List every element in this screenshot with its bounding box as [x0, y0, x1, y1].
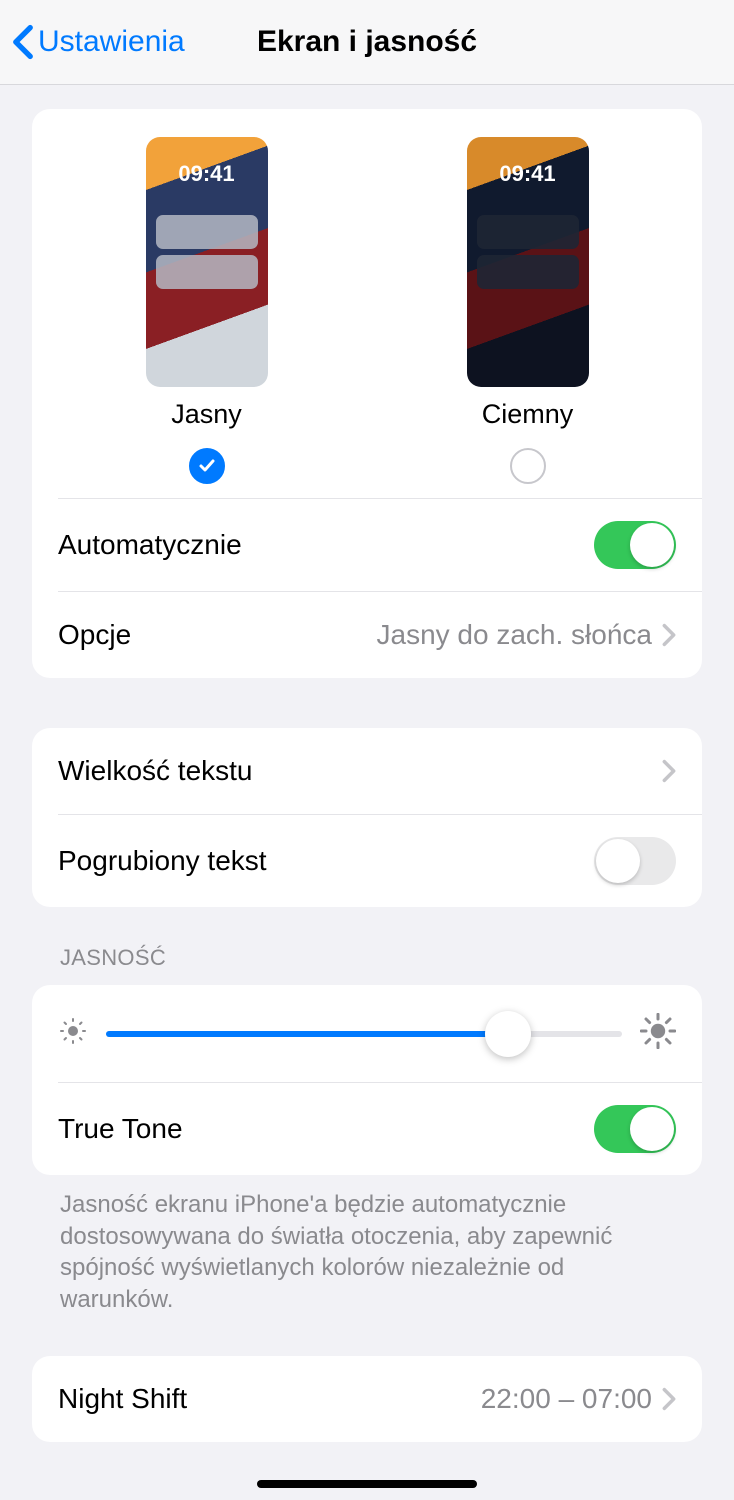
brightness-section-label: JASNOŚĆ	[32, 907, 702, 979]
appearance-group: 09:41 Jasny 09:41 Ciemny	[32, 109, 702, 678]
automatic-toggle[interactable]	[594, 521, 676, 569]
appearance-row: 09:41 Jasny 09:41 Ciemny	[32, 109, 702, 498]
true-tone-toggle[interactable]	[594, 1105, 676, 1153]
night-shift-row[interactable]: Night Shift 22:00 – 07:00	[32, 1356, 702, 1442]
appearance-radio-light[interactable]	[189, 448, 225, 484]
chevron-right-icon	[662, 623, 676, 647]
text-group: Wielkość tekstu Pogrubiony tekst	[32, 728, 702, 907]
preview-time: 09:41	[467, 161, 589, 187]
appearance-preview-light: 09:41	[146, 137, 268, 387]
night-shift-group: Night Shift 22:00 – 07:00	[32, 1356, 702, 1442]
chevron-right-icon	[662, 1387, 676, 1411]
back-button[interactable]: Ustawienia	[12, 24, 185, 60]
chevron-left-icon	[12, 24, 34, 60]
appearance-label-dark: Ciemny	[482, 399, 574, 430]
bold-text-toggle[interactable]	[594, 837, 676, 885]
page-title: Ekran i jasność	[257, 25, 477, 59]
back-label: Ustawienia	[38, 25, 185, 59]
appearance-label-light: Jasny	[171, 399, 242, 430]
options-row[interactable]: Opcje Jasny do zach. słońca	[32, 592, 702, 678]
bold-text-row: Pogrubiony tekst	[32, 815, 702, 907]
home-indicator[interactable]	[257, 1480, 477, 1488]
automatic-label: Automatycznie	[58, 529, 242, 561]
check-icon	[197, 456, 217, 476]
text-size-row[interactable]: Wielkość tekstu	[32, 728, 702, 814]
preview-time: 09:41	[146, 161, 268, 187]
bold-text-label: Pogrubiony tekst	[58, 845, 267, 877]
brightness-group: True Tone	[32, 985, 702, 1175]
appearance-option-light[interactable]: 09:41 Jasny	[146, 137, 268, 484]
automatic-row: Automatycznie	[32, 499, 702, 591]
appearance-radio-dark[interactable]	[510, 448, 546, 484]
night-shift-detail: 22:00 – 07:00	[481, 1383, 652, 1415]
appearance-option-dark[interactable]: 09:41 Ciemny	[467, 137, 589, 484]
nav-header: Ustawienia Ekran i jasność	[0, 0, 734, 85]
brightness-slider-row	[32, 985, 702, 1082]
appearance-preview-dark: 09:41	[467, 137, 589, 387]
true-tone-row: True Tone	[32, 1083, 702, 1175]
night-shift-label: Night Shift	[58, 1383, 187, 1415]
text-size-label: Wielkość tekstu	[58, 755, 253, 787]
sun-large-icon	[640, 1013, 676, 1054]
true-tone-label: True Tone	[58, 1113, 183, 1145]
true-tone-footer: Jasność ekranu iPhone'a będzie automatyc…	[32, 1175, 702, 1316]
brightness-slider[interactable]	[106, 1031, 622, 1037]
options-detail: Jasny do zach. słońca	[377, 619, 653, 651]
chevron-right-icon	[662, 759, 676, 783]
options-label: Opcje	[58, 619, 131, 651]
sun-small-icon	[58, 1016, 88, 1051]
